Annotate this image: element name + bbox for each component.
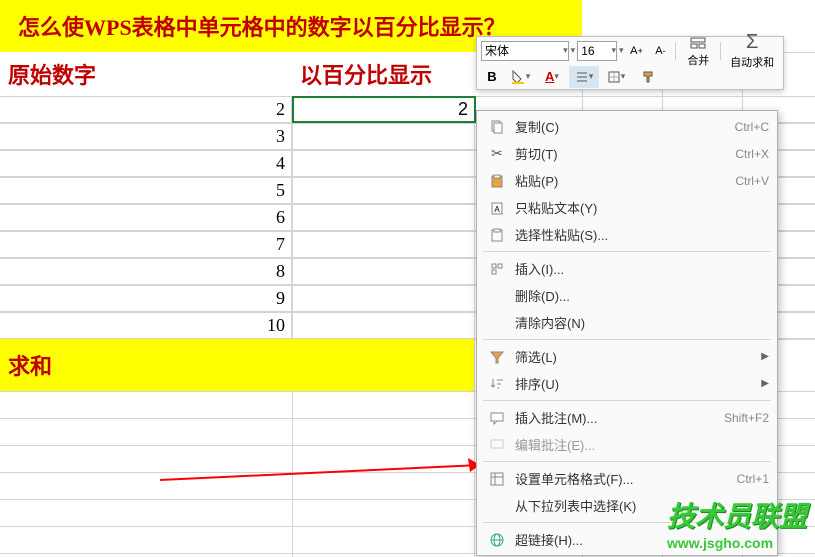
chevron-down-icon: ▾ [526, 71, 531, 82]
mini-toolbar: 宋体 ▾ ▾ 16 ▾ ▾ A+ A- 合并 Σ 自动求和 B ▾ A ▾ [476, 36, 784, 90]
format-painter-button[interactable] [633, 66, 663, 88]
cell-a9[interactable]: 9 [0, 285, 292, 311]
hyperlink-icon [485, 531, 509, 549]
menu-insert[interactable]: 插入(I)... [477, 255, 777, 282]
cell-a4[interactable]: 4 [0, 150, 292, 176]
increase-font-icon[interactable]: A+ [626, 40, 648, 62]
menu-paste-label: 粘贴(P) [509, 171, 735, 190]
delete-icon [485, 287, 509, 305]
menu-cut-shortcut: Ctrl+X [735, 147, 769, 161]
filter-icon [485, 348, 509, 366]
menu-copy-shortcut: Ctrl+C [735, 120, 769, 134]
font-color-icon: A [545, 69, 554, 84]
sum-banner: 求和 [0, 339, 474, 391]
menu-edit-comment: 编辑批注(E)... [477, 431, 777, 458]
copy-icon [485, 118, 509, 136]
title-text: 怎么使WPS表格中单元格中的数字以百分比显示？ [18, 10, 506, 42]
menu-clear[interactable]: 清除内容(N) [477, 309, 777, 336]
chevron-down-icon: ▾ [554, 71, 559, 82]
sort-icon [485, 375, 509, 393]
watermark-url: www.jsgho.com [667, 535, 807, 551]
menu-paste-special-label: 选择性粘贴(S)... [509, 225, 769, 244]
border-icon [607, 70, 621, 84]
merge-icon [689, 34, 707, 52]
menu-cut-label: 剪切(T) [509, 144, 735, 163]
sigma-icon: Σ [746, 31, 758, 54]
align-button[interactable]: ▾ [569, 66, 599, 88]
cell-a10[interactable]: 10 [0, 312, 292, 338]
menu-clear-label: 清除内容(N) [509, 313, 769, 332]
menu-insert-comment[interactable]: 插入批注(M)... Shift+F2 [477, 404, 777, 431]
menu-filter-label: 筛选(L) [509, 347, 757, 366]
decrease-font-icon[interactable]: A- [649, 40, 671, 62]
menu-sort-label: 排序(U) [509, 374, 757, 393]
cell-a7[interactable]: 7 [0, 231, 292, 257]
sum-label: 求和 [8, 349, 52, 381]
chevron-down-icon[interactable]: ▾ [571, 45, 576, 56]
selected-cell[interactable]: 2 [292, 96, 476, 123]
menu-format-cells-shortcut: Ctrl+1 [737, 472, 769, 486]
menu-paste-shortcut: Ctrl+V [735, 174, 769, 188]
menu-insert-comment-label: 插入批注(M)... [509, 408, 724, 427]
watermark: 技术员联盟 www.jsgho.com [667, 495, 807, 551]
cell-a6[interactable]: 6 [0, 204, 292, 230]
font-size-selector[interactable]: 16 ▾ [577, 41, 617, 61]
menu-delete-label: 删除(D)... [509, 286, 769, 305]
menu-sort[interactable]: 排序(U) ▶ [477, 370, 777, 397]
cell-a3[interactable]: 3 [0, 123, 292, 149]
chevron-down-icon: ▾ [563, 45, 568, 56]
menu-insert-label: 插入(I)... [509, 259, 769, 278]
context-menu: 复制(C) Ctrl+C ✂ 剪切(T) Ctrl+X 粘贴(P) Ctrl+V… [476, 110, 778, 556]
chevron-right-icon: ▶ [757, 378, 769, 389]
cell-a8[interactable]: 8 [0, 258, 292, 284]
menu-format-cells-label: 设置单元格格式(F)... [509, 469, 737, 488]
cut-icon: ✂ [485, 145, 509, 163]
menu-paste-special[interactable]: 选择性粘贴(S)... [477, 221, 777, 248]
menu-cut[interactable]: ✂ 剪切(T) Ctrl+X [477, 140, 777, 167]
chevron-down-icon: ▾ [589, 71, 594, 82]
fill-color-icon [510, 69, 526, 85]
clear-icon [485, 314, 509, 332]
cell-a2[interactable]: 2 [0, 96, 292, 122]
svg-text:A: A [494, 205, 500, 214]
paste-text-icon: A [485, 199, 509, 217]
menu-copy[interactable]: 复制(C) Ctrl+C [477, 113, 777, 140]
menu-edit-comment-label: 编辑批注(E)... [509, 435, 769, 454]
annotation-arrow [150, 390, 510, 490]
bold-button[interactable]: B [481, 66, 503, 88]
border-button[interactable]: ▾ [601, 66, 631, 88]
menu-insert-comment-shortcut: Shift+F2 [724, 411, 769, 425]
menu-format-cells[interactable]: 设置单元格格式(F)... Ctrl+1 [477, 465, 777, 492]
watermark-text: 技术员联盟 [667, 495, 807, 535]
align-icon [575, 70, 589, 84]
comment-icon [485, 409, 509, 427]
menu-paste[interactable]: 粘贴(P) Ctrl+V [477, 167, 777, 194]
cell-a5[interactable]: 5 [0, 177, 292, 203]
paste-icon [485, 172, 509, 190]
format-cells-icon [485, 470, 509, 488]
menu-paste-text-label: 只粘贴文本(Y) [509, 198, 769, 217]
menu-delete[interactable]: 删除(D)... [477, 282, 777, 309]
chevron-down-icon: ▾ [612, 45, 617, 56]
menu-filter[interactable]: 筛选(L) ▶ [477, 343, 777, 370]
font-name-selector[interactable]: 宋体 ▾ [481, 41, 569, 61]
edit-comment-icon [485, 436, 509, 454]
paste-special-icon [485, 226, 509, 244]
dropdown-icon [485, 497, 509, 515]
chevron-right-icon: ▶ [757, 351, 769, 362]
font-color-button[interactable]: A ▾ [537, 66, 567, 88]
brush-icon [641, 70, 655, 84]
chevron-down-icon: ▾ [621, 71, 626, 82]
merge-cells-button[interactable]: 合并 [680, 34, 716, 68]
menu-copy-label: 复制(C) [509, 117, 735, 136]
header-col-a: 原始数字 [0, 52, 292, 96]
menu-paste-text[interactable]: A 只粘贴文本(Y) [477, 194, 777, 221]
insert-icon [485, 260, 509, 278]
font-size-value: 16 [581, 44, 594, 58]
chevron-down-icon[interactable]: ▾ [619, 45, 624, 56]
font-name-value: 宋体 [485, 42, 509, 59]
fill-color-button[interactable]: ▾ [505, 66, 535, 88]
